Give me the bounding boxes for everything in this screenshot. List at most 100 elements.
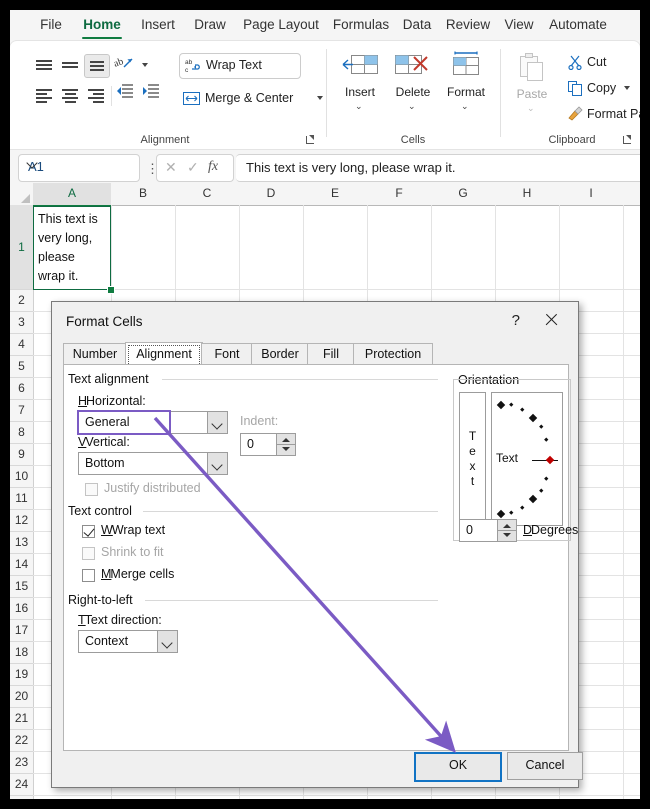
merge-cells-checkbox[interactable] <box>82 569 95 582</box>
row-header-6[interactable]: 6 <box>10 378 34 400</box>
align-right-icon[interactable] <box>84 84 108 106</box>
help-icon[interactable]: ? <box>512 312 520 329</box>
wrap-text-checkbox[interactable] <box>82 525 95 538</box>
cut-button[interactable]: Cut <box>565 51 606 75</box>
merge-center-dropdown-caret[interactable] <box>317 96 323 100</box>
shrink-to-fit-checkbox[interactable] <box>82 547 95 560</box>
align-left-icon[interactable] <box>32 84 56 106</box>
orientation-marker-0[interactable] <box>545 455 555 465</box>
align-middle-icon[interactable] <box>58 54 82 76</box>
row-header-2[interactable]: 2 <box>10 290 34 312</box>
wrap-text-button[interactable]: ab c Wrap Text <box>179 53 301 79</box>
dialog-tab-protection[interactable]: Protection <box>353 343 433 366</box>
ribbon-tab-review[interactable]: Review <box>442 13 494 39</box>
row-header-13[interactable]: 13 <box>10 532 34 554</box>
row-header-9[interactable]: 9 <box>10 444 34 466</box>
column-header-f[interactable]: F <box>367 183 432 206</box>
column-header-b[interactable]: B <box>111 183 176 206</box>
column-header-d[interactable]: D <box>239 183 304 206</box>
orientation-marker-90[interactable] <box>496 400 506 410</box>
horizontal-dropdown-chevron-down-icon[interactable] <box>207 412 227 433</box>
close-icon[interactable] <box>540 310 564 330</box>
column-header-c[interactable]: C <box>175 183 240 206</box>
ribbon-tab-insert[interactable]: Insert <box>134 13 182 39</box>
row-header-12[interactable]: 12 <box>10 510 34 532</box>
row-header-18[interactable]: 18 <box>10 642 34 664</box>
row-header-23[interactable]: 23 <box>10 752 34 774</box>
text-direction-dropdown-chevron-down-icon[interactable] <box>157 631 177 652</box>
row-header-14[interactable]: 14 <box>10 554 34 576</box>
cell-a1[interactable]: This text is very long, please wrap it. <box>33 206 111 290</box>
row-header-25[interactable]: 25 <box>10 796 34 799</box>
align-center-icon[interactable] <box>58 84 82 106</box>
merge-center-button[interactable]: Merge & Center <box>179 87 337 111</box>
orientation-marker-neg45[interactable] <box>528 494 538 504</box>
row-header-24[interactable]: 24 <box>10 774 34 796</box>
align-bottom-icon[interactable] <box>84 54 110 78</box>
row-header-5[interactable]: 5 <box>10 356 34 378</box>
orientation-dial[interactable]: Text <box>491 392 563 526</box>
align-top-icon[interactable] <box>32 54 56 76</box>
ribbon-tab-view[interactable]: View <box>500 13 538 39</box>
ribbon-tab-file[interactable]: File <box>32 13 70 39</box>
format-painter-button[interactable]: Format Painter <box>565 103 640 127</box>
row-header-8[interactable]: 8 <box>10 422 34 444</box>
ribbon-tab-data[interactable]: Data <box>398 13 436 39</box>
row-header-11[interactable]: 11 <box>10 488 34 510</box>
ribbon-tab-page-layout[interactable]: Page Layout <box>238 13 324 39</box>
ribbon-tab-automate[interactable]: Automate <box>544 13 612 39</box>
fill-handle[interactable] <box>107 286 115 294</box>
row-header-21[interactable]: 21 <box>10 708 34 730</box>
formula-input[interactable]: This text is very long, please wrap it. <box>236 154 640 182</box>
justify-distributed-checkbox[interactable] <box>85 483 98 496</box>
name-box[interactable]: A1 <box>18 154 140 182</box>
degrees-stepper[interactable]: 0 <box>459 519 517 542</box>
orientation-vertical-text-button[interactable]: T e x t <box>459 392 486 526</box>
row-header-10[interactable]: 10 <box>10 466 34 488</box>
orientation-marker-neg90[interactable] <box>496 509 506 519</box>
row-header-22[interactable]: 22 <box>10 730 34 752</box>
decrease-indent-icon[interactable] <box>116 84 140 106</box>
vertical-dropdown-chevron-down-icon[interactable] <box>207 453 227 474</box>
orientation-dropdown-caret[interactable] <box>142 63 148 67</box>
insert-cells-caret[interactable]: ⌄ <box>355 101 363 112</box>
column-header-e[interactable]: E <box>303 183 368 206</box>
row-header-1[interactable]: 1 <box>10 205 35 290</box>
row-header-15[interactable]: 15 <box>10 576 34 598</box>
ribbon-tab-draw[interactable]: Draw <box>188 13 232 39</box>
row-header-4[interactable]: 4 <box>10 334 34 356</box>
ribbon-tab-formulas[interactable]: Formulas <box>330 13 392 39</box>
dialog-tab-border[interactable]: Border <box>251 343 309 366</box>
clipboard-dialog-launcher[interactable] <box>622 134 634 146</box>
dialog-tab-number[interactable]: Number <box>63 343 127 366</box>
paste-caret[interactable]: ⌄ <box>527 103 535 114</box>
row-header-16[interactable]: 16 <box>10 598 34 620</box>
select-all-corner[interactable] <box>10 183 34 206</box>
row-header-17[interactable]: 17 <box>10 620 34 642</box>
alignment-dialog-launcher[interactable] <box>305 134 317 146</box>
format-cells-caret[interactable]: ⌄ <box>461 101 469 112</box>
vertical-combobox[interactable]: Bottom <box>78 452 228 475</box>
text-direction-combobox[interactable]: Context <box>78 630 178 653</box>
row-header-3[interactable]: 3 <box>10 312 34 334</box>
column-header-i[interactable]: I <box>559 183 624 206</box>
dialog-tab-fill[interactable]: Fill <box>307 343 355 366</box>
ribbon-tab-home[interactable]: Home <box>76 13 128 39</box>
column-header-j[interactable] <box>623 183 640 206</box>
row-header-7[interactable]: 7 <box>10 400 34 422</box>
confirm-entry-icon[interactable]: ✓ <box>187 159 199 176</box>
copy-dropdown-caret[interactable] <box>624 86 630 90</box>
cancel-entry-icon[interactable]: ✕ <box>165 159 177 176</box>
copy-button[interactable]: Copy <box>565 77 616 101</box>
increase-indent-icon[interactable] <box>142 84 166 106</box>
orientation-icon[interactable]: ab <box>112 54 138 76</box>
row-header-19[interactable]: 19 <box>10 664 34 686</box>
ok-button[interactable]: OK <box>414 752 502 782</box>
insert-function-icon[interactable]: fx <box>208 159 218 175</box>
dialog-tab-font[interactable]: Font <box>201 343 253 366</box>
column-header-g[interactable]: G <box>431 183 496 206</box>
indent-stepper[interactable]: 0 <box>240 433 296 456</box>
column-header-h[interactable]: H <box>495 183 560 206</box>
row-header-20[interactable]: 20 <box>10 686 34 708</box>
column-header-a[interactable]: A <box>33 183 112 207</box>
